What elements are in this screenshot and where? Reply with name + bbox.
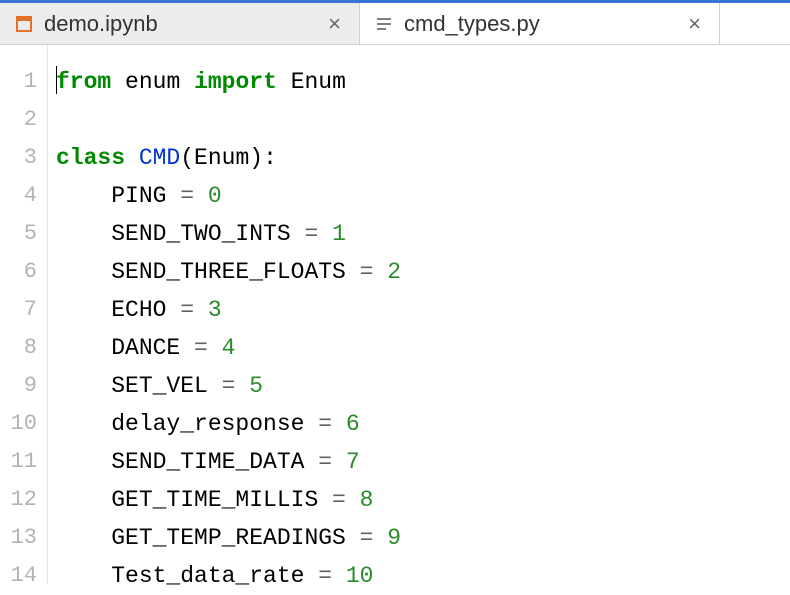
- code-token: Test_data_rate: [56, 563, 318, 589]
- code-token: [277, 69, 291, 95]
- code-line[interactable]: SEND_THREE_FLOATS = 2: [56, 253, 790, 291]
- code-token: SEND_TWO_INTS: [56, 221, 304, 247]
- code-token: enum: [125, 69, 180, 95]
- code-token: =: [222, 373, 236, 399]
- code-token: =: [318, 449, 332, 475]
- code-token: Enum: [291, 69, 346, 95]
- code-line[interactable]: SEND_TIME_DATA = 7: [56, 443, 790, 481]
- line-number: 12: [0, 481, 47, 519]
- code-token: [332, 449, 346, 475]
- notebook-icon: [14, 14, 34, 34]
- code-token: 8: [360, 487, 374, 513]
- code-token: class: [56, 145, 125, 171]
- code-token: =: [304, 221, 318, 247]
- code-token: [208, 335, 222, 361]
- code-token: 1: [332, 221, 346, 247]
- code-token: =: [180, 297, 194, 323]
- code-token: CMD: [139, 145, 180, 171]
- code-token: =: [360, 525, 374, 551]
- code-token: 10: [346, 563, 374, 589]
- line-number: 2: [0, 101, 47, 139]
- code-token: 9: [387, 525, 401, 551]
- code-token: [125, 145, 139, 171]
- line-number: 5: [0, 215, 47, 253]
- code-token: PING: [56, 183, 180, 209]
- code-token: SEND_TIME_DATA: [56, 449, 318, 475]
- code-token: =: [194, 335, 208, 361]
- code-token: 2: [387, 259, 401, 285]
- python-file-icon: [374, 14, 394, 34]
- tab-label: cmd_types.py: [404, 11, 674, 37]
- code-area[interactable]: from enum import Enum class CMD(Enum): PI…: [48, 45, 790, 584]
- line-number: 1: [0, 63, 47, 101]
- code-line[interactable]: PING = 0: [56, 177, 790, 215]
- code-token: [373, 525, 387, 551]
- code-line[interactable]: GET_TEMP_READINGS = 9: [56, 519, 790, 557]
- code-token: 7: [346, 449, 360, 475]
- line-number: 11: [0, 443, 47, 481]
- code-line[interactable]: SET_VEL = 5: [56, 367, 790, 405]
- close-icon[interactable]: ×: [324, 11, 345, 37]
- code-token: import: [194, 69, 277, 95]
- tab-demo-ipynb[interactable]: demo.ipynb ×: [0, 3, 360, 44]
- code-line[interactable]: Test_data_rate = 10: [56, 557, 790, 595]
- code-line[interactable]: ECHO = 3: [56, 291, 790, 329]
- code-token: [180, 69, 194, 95]
- line-number: 7: [0, 291, 47, 329]
- line-number-gutter: 1234567891011121314: [0, 45, 48, 584]
- code-token: [332, 563, 346, 589]
- code-token: SET_VEL: [56, 373, 222, 399]
- code-token: GET_TEMP_READINGS: [56, 525, 360, 551]
- code-token: [194, 183, 208, 209]
- code-line[interactable]: delay_response = 6: [56, 405, 790, 443]
- code-token: [318, 221, 332, 247]
- line-number: 14: [0, 557, 47, 595]
- line-number: 13: [0, 519, 47, 557]
- code-token: =: [318, 411, 332, 437]
- line-number: 4: [0, 177, 47, 215]
- tab-cmd-types-py[interactable]: cmd_types.py ×: [360, 3, 720, 44]
- code-token: =: [180, 183, 194, 209]
- code-token: 5: [249, 373, 263, 399]
- code-token: delay_response: [56, 411, 318, 437]
- text-cursor: [56, 66, 57, 94]
- code-token: from: [56, 69, 111, 95]
- code-token: [346, 487, 360, 513]
- code-token: =: [332, 487, 346, 513]
- code-token: (Enum):: [180, 145, 277, 171]
- code-token: =: [318, 563, 332, 589]
- code-line[interactable]: [56, 101, 790, 139]
- line-number: 10: [0, 405, 47, 443]
- code-line[interactable]: class CMD(Enum):: [56, 139, 790, 177]
- code-line[interactable]: from enum import Enum: [56, 63, 790, 101]
- tab-label: demo.ipynb: [44, 11, 314, 37]
- code-token: DANCE: [56, 335, 194, 361]
- code-token: 4: [222, 335, 236, 361]
- line-number: 3: [0, 139, 47, 177]
- code-line[interactable]: DANCE = 4: [56, 329, 790, 367]
- line-number: 8: [0, 329, 47, 367]
- code-token: [194, 297, 208, 323]
- code-editor[interactable]: 1234567891011121314 from enum import Enu…: [0, 45, 790, 584]
- code-line[interactable]: SEND_TWO_INTS = 1: [56, 215, 790, 253]
- code-token: [373, 259, 387, 285]
- tab-bar: demo.ipynb × cmd_types.py ×: [0, 3, 790, 45]
- code-token: SEND_THREE_FLOATS: [56, 259, 360, 285]
- code-token: [235, 373, 249, 399]
- code-token: [332, 411, 346, 437]
- line-number: 9: [0, 367, 47, 405]
- code-line[interactable]: GET_TIME_MILLIS = 8: [56, 481, 790, 519]
- code-token: GET_TIME_MILLIS: [56, 487, 332, 513]
- code-token: =: [360, 259, 374, 285]
- close-icon[interactable]: ×: [684, 11, 705, 37]
- code-token: [111, 69, 125, 95]
- code-token: ECHO: [56, 297, 180, 323]
- line-number: 6: [0, 253, 47, 291]
- code-token: 6: [346, 411, 360, 437]
- code-token: 3: [208, 297, 222, 323]
- code-token: 0: [208, 183, 222, 209]
